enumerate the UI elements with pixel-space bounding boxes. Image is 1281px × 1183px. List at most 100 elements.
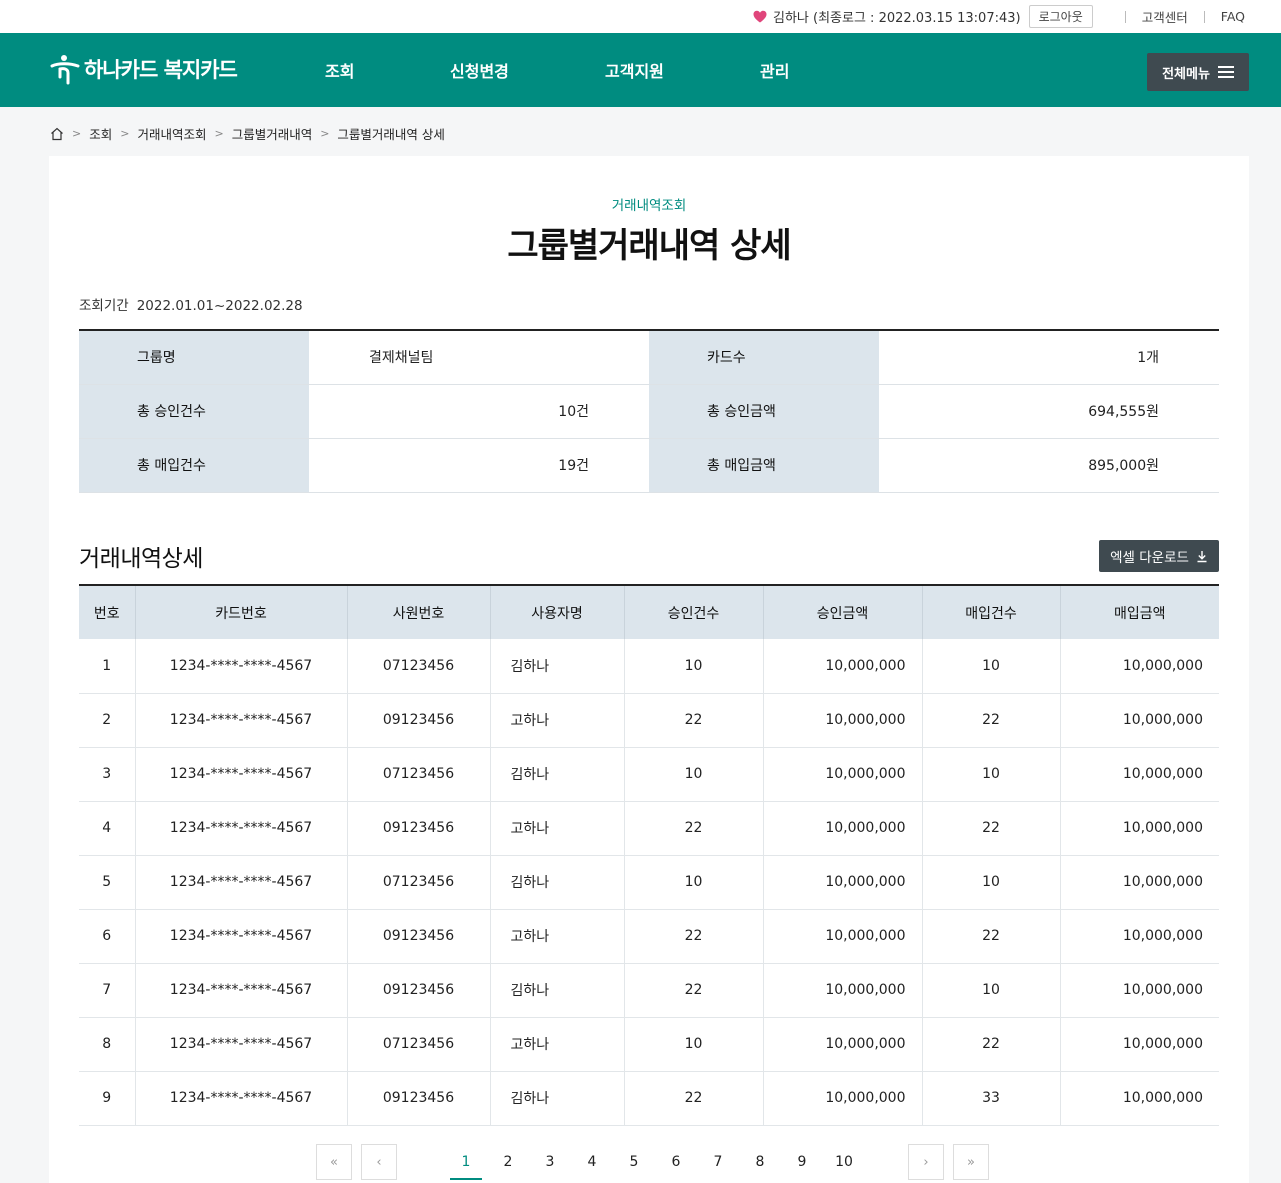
prev-page-button[interactable]: ‹ xyxy=(361,1144,397,1180)
nav-customer-support[interactable]: 고객지원 xyxy=(605,33,664,107)
cell-approve-count: 22 xyxy=(624,1071,764,1126)
faq-link[interactable]: FAQ xyxy=(1221,9,1245,24)
cell-purchase-count: 10 xyxy=(922,639,1061,694)
cell-employee-no: 09123456 xyxy=(347,693,491,748)
summary-label: 총 승인금액 xyxy=(649,384,879,439)
divider xyxy=(1124,10,1126,23)
cell-approve-count: 10 xyxy=(624,639,764,694)
excel-download-button[interactable]: 엑셀 다운로드 xyxy=(1099,540,1219,572)
cell-approve-amount: 10,000,000 xyxy=(763,909,923,964)
cell-approve-amount: 10,000,000 xyxy=(763,1017,923,1072)
page-number[interactable]: 2 xyxy=(487,1144,529,1180)
cell-user-name: 김하나 xyxy=(490,855,625,910)
hana-logo-icon xyxy=(50,55,80,85)
summary-label: 총 매입건수 xyxy=(79,438,309,493)
cell-purchase-amount: 10,000,000 xyxy=(1060,909,1219,964)
home-icon[interactable] xyxy=(50,127,64,141)
table-row: 4 1234-****-****-4567 09123456 고하나 22 10… xyxy=(79,801,1219,856)
cell-purchase-amount: 10,000,000 xyxy=(1060,693,1219,748)
table-header-row: 번호 카드번호 사원번호 사용자명 승인건수 승인금액 매입건수 매입금액 xyxy=(79,585,1219,639)
page-number[interactable]: 9 xyxy=(781,1144,823,1180)
cell-purchase-count: 22 xyxy=(922,1017,1061,1072)
page-number[interactable]: 4 xyxy=(571,1144,613,1180)
cell-no: 2 xyxy=(79,693,136,748)
card-number-link[interactable]: 1234-****-****-4567 xyxy=(135,963,348,1018)
logo-text: 하나카드 복지카드 xyxy=(84,58,238,82)
cell-purchase-amount: 10,000,000 xyxy=(1060,747,1219,802)
table-row: 9 1234-****-****-4567 09123456 김하나 22 10… xyxy=(79,1071,1219,1126)
logo[interactable]: 하나카드 복지카드 xyxy=(50,53,238,85)
column-header: 사용자명 xyxy=(490,585,625,639)
cell-purchase-count: 10 xyxy=(922,963,1061,1018)
card-number-link[interactable]: 1234-****-****-4567 xyxy=(135,1017,348,1072)
utility-bar: 김하나 (최종로그 : 2022.03.15 13:07:43) 로그아웃 고객… xyxy=(0,0,1281,33)
first-page-button[interactable]: « xyxy=(316,1144,352,1180)
page-number[interactable]: 10 xyxy=(823,1144,865,1180)
cell-approve-amount: 10,000,000 xyxy=(763,1071,923,1126)
chevron-right-icon: > xyxy=(120,127,130,140)
cell-user-name: 고하나 xyxy=(490,801,625,856)
next-page-button[interactable]: › xyxy=(908,1144,944,1180)
column-header: 매입건수 xyxy=(922,585,1061,639)
page-number-current[interactable]: 1 xyxy=(450,1144,482,1180)
all-menu-button[interactable]: 전체메뉴 xyxy=(1147,53,1249,91)
card-number-link[interactable]: 1234-****-****-4567 xyxy=(135,747,348,802)
page-number[interactable]: 6 xyxy=(655,1144,697,1180)
summary-value: 895,000원 xyxy=(879,438,1219,493)
nav-inquiry[interactable]: 조회 xyxy=(325,33,354,107)
cell-employee-no: 09123456 xyxy=(347,1071,491,1126)
breadcrumb-item[interactable]: 거래내역조회 xyxy=(137,124,206,143)
period-info: 조회기간 2022.01.01~2022.02.28 xyxy=(79,294,303,314)
page-number[interactable]: 8 xyxy=(739,1144,781,1180)
cell-employee-no: 09123456 xyxy=(347,801,491,856)
column-header: 매입금액 xyxy=(1060,585,1219,639)
card-number-link[interactable]: 1234-****-****-4567 xyxy=(135,801,348,856)
cell-no: 1 xyxy=(79,639,136,694)
breadcrumb: > 조회 > 거래내역조회 > 그룹별거래내역 > 그룹별거래내역 상세 xyxy=(50,124,445,143)
table-row: 3 1234-****-****-4567 07123456 김하나 10 10… xyxy=(79,747,1219,802)
nav-manage[interactable]: 관리 xyxy=(760,33,789,107)
summary-label: 카드수 xyxy=(649,330,879,385)
table-row: 1 1234-****-****-4567 07123456 김하나 10 10… xyxy=(79,639,1219,694)
user-info: 김하나 (최종로그 : 2022.03.15 13:07:43) xyxy=(753,7,1021,26)
column-header: 카드번호 xyxy=(135,585,348,639)
download-icon xyxy=(1197,550,1207,562)
cell-purchase-amount: 10,000,000 xyxy=(1060,639,1219,694)
card-number-link[interactable]: 1234-****-****-4567 xyxy=(135,639,348,694)
cell-no: 3 xyxy=(79,747,136,802)
cell-approve-amount: 10,000,000 xyxy=(763,801,923,856)
cell-purchase-count: 10 xyxy=(922,855,1061,910)
period-label: 조회기간 xyxy=(79,298,129,314)
cell-user-name: 고하나 xyxy=(490,909,625,964)
breadcrumb-item[interactable]: 조회 xyxy=(89,124,112,143)
transaction-table: 번호 카드번호 사원번호 사용자명 승인건수 승인금액 매입건수 매입금액 1 … xyxy=(79,584,1219,1126)
divider xyxy=(1203,10,1205,23)
page-number[interactable]: 7 xyxy=(697,1144,739,1180)
cell-purchase-count: 10 xyxy=(922,747,1061,802)
nav-apply-change[interactable]: 신청변경 xyxy=(450,33,509,107)
card-number-link[interactable]: 1234-****-****-4567 xyxy=(135,909,348,964)
cell-no: 4 xyxy=(79,801,136,856)
page-number[interactable]: 5 xyxy=(613,1144,655,1180)
global-nav: 하나카드 복지카드 조회 신청변경 고객지원 관리 전체메뉴 xyxy=(0,33,1281,107)
card-number-link[interactable]: 1234-****-****-4567 xyxy=(135,693,348,748)
logout-button[interactable]: 로그아웃 xyxy=(1028,5,1093,28)
breadcrumb-current: 그룹별거래내역 상세 xyxy=(337,127,445,142)
period-value: 2022.01.01~2022.02.28 xyxy=(136,298,303,314)
last-page-button[interactable]: » xyxy=(953,1144,989,1180)
cell-user-name: 고하나 xyxy=(490,1017,625,1072)
summary-value: 1개 xyxy=(879,330,1219,385)
summary-value: 694,555원 xyxy=(879,384,1219,439)
cell-purchase-amount: 10,000,000 xyxy=(1060,855,1219,910)
heart-icon xyxy=(753,10,767,23)
breadcrumb-item[interactable]: 그룹별거래내역 xyxy=(232,124,313,143)
table-row: 7 1234-****-****-4567 09123456 김하나 22 10… xyxy=(79,963,1219,1018)
page-number[interactable]: 3 xyxy=(529,1144,571,1180)
cell-approve-count: 22 xyxy=(624,909,764,964)
card-number-link[interactable]: 1234-****-****-4567 xyxy=(135,1071,348,1126)
customer-center-link[interactable]: 고객센터 xyxy=(1142,7,1188,26)
cell-purchase-count: 22 xyxy=(922,801,1061,856)
pagination: « ‹ 1 2 3 4 5 6 7 8 9 10 › » xyxy=(316,1144,989,1180)
content-panel: 거래내역조회 그룹별거래내역 상세 조회기간 2022.01.01~2022.02… xyxy=(49,156,1249,1183)
card-number-link[interactable]: 1234-****-****-4567 xyxy=(135,855,348,910)
